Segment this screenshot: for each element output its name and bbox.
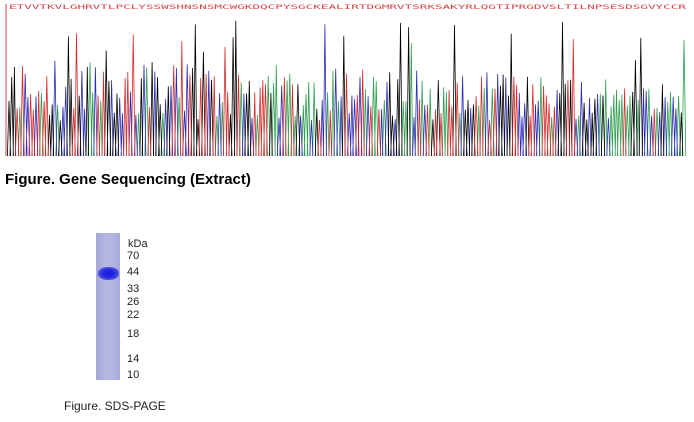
kda-unit-label: kDa (128, 238, 148, 250)
sds-page-lane (96, 233, 120, 380)
sequence-letters: ETVVTKVLGHRVTLPCLYSSWSHNSNSMCWGKDQCPYSGC… (9, 3, 686, 11)
marker-70: 70 (127, 250, 140, 262)
marker-14: 14 (127, 353, 140, 365)
marker-44: 44 (127, 266, 140, 278)
marker-10: 10 (127, 369, 140, 381)
sds-page-caption: Figure. SDS-PAGE (64, 399, 166, 413)
marker-33: 33 (127, 283, 140, 295)
gene-sequencing-caption: Figure. Gene Sequencing (Extract) (5, 171, 251, 188)
marker-22: 22 (127, 309, 140, 321)
marker-18: 18 (127, 328, 140, 340)
sequencing-chromatogram: ETVVTKVLGHRVTLPCLYSSWSHNSNSMCWGKDQCPYSGC… (5, 3, 687, 157)
chromatogram-traces (7, 20, 687, 157)
sequence-text: ETVVTKVLGHRVTLPCLYSSWSHNSNSMCWGKDQCPYSGC… (9, 3, 686, 11)
marker-26: 26 (127, 296, 140, 308)
protein-band (98, 267, 119, 280)
